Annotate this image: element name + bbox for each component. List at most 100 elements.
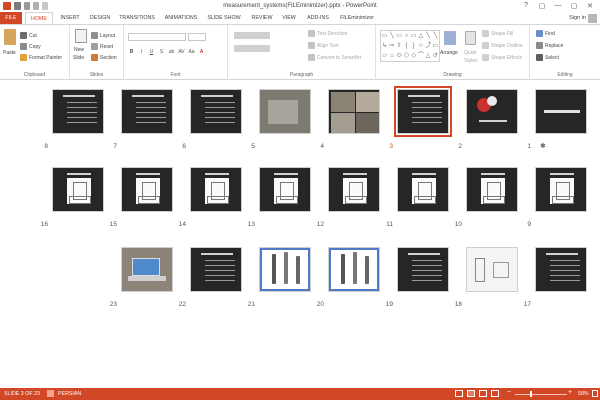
shape-item[interactable]: ▱	[381, 51, 388, 61]
shape-item[interactable]: ▭	[396, 31, 403, 41]
arrange-button[interactable]: Arrange	[440, 50, 458, 56]
quick-styles-label-2[interactable]: Styles	[464, 58, 478, 64]
maximize-icon[interactable]: ▢	[568, 1, 580, 10]
language-indicator[interactable]: PERSIAN	[58, 391, 81, 397]
shape-effects-button[interactable]: Shape Effects	[482, 54, 522, 61]
shape-item[interactable]: {	[403, 41, 410, 51]
paste-button[interactable]: Paste	[3, 50, 16, 56]
change-case-button[interactable]: Aa	[188, 49, 195, 56]
font-name-combo[interactable]	[128, 33, 186, 41]
tab-file[interactable]: FILE	[0, 12, 22, 24]
shape-item[interactable]: ⇧	[396, 41, 403, 51]
zoom-in-icon[interactable]: +	[568, 389, 572, 396]
underline-button[interactable]: U	[148, 49, 155, 56]
slide-thumbnail[interactable]	[121, 89, 173, 134]
convert-smartart-button[interactable]: Convert to SmartArt	[308, 54, 361, 61]
new-slide-icon[interactable]	[75, 29, 87, 43]
font-size-combo[interactable]	[188, 33, 206, 41]
shape-item[interactable]: ▭	[381, 31, 388, 41]
tab-design[interactable]: DESIGN	[86, 12, 114, 24]
italic-button[interactable]: I	[138, 49, 145, 56]
tab-insert[interactable]: INSERT	[56, 12, 84, 24]
shape-item[interactable]: ⌒	[417, 51, 424, 61]
normal-view-icon[interactable]	[455, 390, 463, 397]
quick-styles-label-1[interactable]: Quick	[464, 50, 477, 56]
slide-thumbnail[interactable]	[466, 89, 518, 134]
strike-ab-button[interactable]: ab	[168, 49, 175, 56]
tab-review[interactable]: REVIEW	[248, 12, 276, 24]
new-slide-label-2[interactable]: Slide	[73, 55, 84, 61]
sign-in-link[interactable]: Sign in	[569, 15, 586, 21]
slide-thumbnail[interactable]	[190, 167, 242, 212]
shape-outline-button[interactable]: Shape Outline	[482, 42, 523, 49]
format-painter-button[interactable]: Format Painter	[20, 54, 62, 61]
quick-styles-icon[interactable]	[465, 31, 476, 45]
spelling-icon[interactable]	[47, 390, 54, 397]
slideshow-view-icon[interactable]	[491, 390, 499, 397]
shape-item[interactable]: ⬭	[396, 51, 403, 61]
shapes-gallery[interactable]: ▭ ╲ ▭ ○ ▭ △ ╲ ╲ ↳ ⇨ ⇧ { } ☆ ⤴ ▭ ▱ ⌂ ⬭ ⬠ …	[380, 30, 440, 62]
bold-button[interactable]: B	[128, 49, 135, 56]
shape-item[interactable]: ○	[403, 31, 410, 41]
shape-item[interactable]: ◇	[410, 51, 417, 61]
select-button[interactable]: Select	[536, 54, 559, 61]
shape-item[interactable]: ▭	[432, 41, 439, 51]
text-direction-button[interactable]: Text Direction	[308, 30, 347, 37]
list-buttons-icon[interactable]	[234, 32, 270, 39]
shape-item[interactable]: ↺	[432, 51, 439, 61]
slide-thumbnail[interactable]	[535, 89, 587, 134]
shape-item[interactable]: ╲	[388, 31, 395, 41]
slide-thumbnail[interactable]	[121, 247, 173, 292]
align-text-button[interactable]: Align Text	[308, 42, 339, 49]
tab-add-ins[interactable]: ADD-INS	[303, 12, 333, 24]
reading-view-icon[interactable]	[479, 390, 487, 397]
slide-thumbnail[interactable]	[328, 89, 380, 134]
section-button[interactable]: Section	[91, 54, 117, 61]
shape-item[interactable]: ╲	[432, 31, 439, 41]
ribbon-display-icon[interactable]: ▢	[536, 1, 548, 10]
account-avatar-icon[interactable]	[588, 14, 597, 23]
copy-button[interactable]: Copy	[20, 43, 41, 50]
slide-thumbnail[interactable]	[190, 89, 242, 134]
shape-item[interactable]: }	[410, 41, 417, 51]
shape-item[interactable]: ☆	[417, 41, 424, 51]
tab-view[interactable]: VIEW	[278, 12, 300, 24]
shape-item[interactable]: ⌂	[388, 51, 395, 61]
character-spacing-button[interactable]: AV	[178, 49, 185, 56]
zoom-out-icon[interactable]: −	[507, 389, 511, 396]
minimize-icon[interactable]: —	[552, 1, 564, 10]
zoom-level[interactable]: 58%	[578, 391, 589, 397]
zoom-slider-thumb[interactable]	[530, 391, 533, 397]
slide-thumbnail[interactable]	[394, 86, 452, 137]
layout-button[interactable]: Layout	[91, 32, 115, 39]
slide-thumbnail[interactable]	[466, 167, 518, 212]
slide-thumbnail[interactable]	[190, 247, 242, 292]
slide-thumbnail[interactable]	[259, 89, 311, 134]
strikethrough-button[interactable]: S	[158, 49, 165, 56]
slide-thumbnail[interactable]	[397, 247, 449, 292]
slide-thumbnail[interactable]	[121, 167, 173, 212]
alignment-buttons-icon[interactable]	[234, 45, 270, 52]
tab-fileminimizer[interactable]: FILEminimizer	[335, 12, 379, 24]
shape-item[interactable]: ▭	[410, 31, 417, 41]
replace-button[interactable]: Replace	[536, 42, 563, 49]
fit-to-window-icon[interactable]	[592, 390, 598, 397]
slide-thumbnail[interactable]	[535, 247, 587, 292]
zoom-slider[interactable]	[515, 391, 567, 397]
cut-button[interactable]: Cut	[20, 32, 37, 39]
shape-item[interactable]: ↳	[381, 41, 388, 51]
slide-thumbnail[interactable]	[259, 167, 311, 212]
shape-item[interactable]: ⬠	[403, 51, 410, 61]
slide-thumbnail[interactable]	[259, 247, 311, 292]
new-slide-label-1[interactable]: New	[74, 47, 84, 53]
close-icon[interactable]: ✕	[584, 1, 596, 10]
shape-item[interactable]: ╲	[425, 31, 432, 41]
paste-icon[interactable]	[4, 29, 16, 45]
slide-thumbnail[interactable]	[328, 167, 380, 212]
slide-thumbnail[interactable]	[397, 167, 449, 212]
slide-thumbnail[interactable]	[52, 167, 104, 212]
slide-thumbnail[interactable]	[52, 89, 104, 134]
tab-transitions[interactable]: TRANSITIONS	[116, 12, 158, 24]
tab-animations[interactable]: ANIMATIONS	[160, 12, 202, 24]
shape-item[interactable]: △	[417, 31, 424, 41]
